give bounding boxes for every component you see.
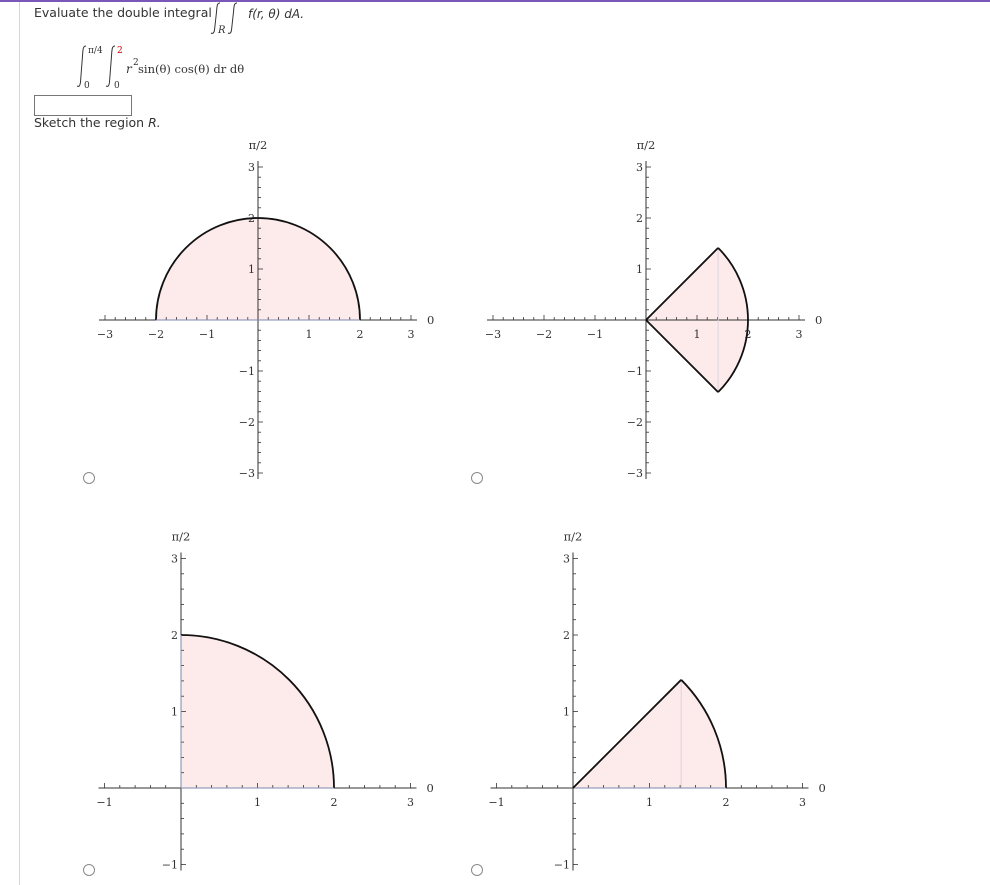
x-tick-label: 2 (331, 796, 338, 809)
accent-top-bar (0, 0, 990, 2)
y-tick-label: 1 (248, 263, 255, 276)
sketch-prompt-var: R. (148, 115, 161, 130)
option-1-radio[interactable] (83, 472, 95, 484)
outer-lower-limit: 0 (84, 81, 90, 90)
x-tick-label: 2 (723, 796, 730, 809)
option-2-plot: −3 −2 −1 1 2 3321−1−2−3π/20 (485, 138, 822, 480)
x-tick-label: −3 (97, 328, 113, 341)
x-tick-label: 3 (408, 328, 415, 341)
x-tick-label: −1 (488, 796, 504, 809)
angle-label-pi-over-2: π/2 (249, 138, 268, 152)
left-divider (19, 2, 20, 885)
angle-label-zero: 0 (427, 313, 434, 327)
y-tick-label: −1 (239, 365, 255, 378)
x-tick-label: 1 (306, 328, 313, 341)
answer-input[interactable] (34, 95, 132, 116)
y-tick-label: 2 (563, 629, 570, 642)
y-tick-label: 1 (171, 706, 178, 719)
integrand-trig: sin(θ) cos(θ) dr dθ (138, 62, 244, 76)
option-1-plot: −3 −2 −1 1 2 3321−1−2−3π/20 (97, 138, 434, 480)
x-tick-label: −3 (485, 328, 501, 341)
angle-label-pi-over-2: π/2 (172, 530, 191, 544)
region-fill (573, 679, 726, 788)
x-tick-label: −1 (199, 328, 215, 341)
y-tick-label: −1 (627, 365, 643, 378)
x-tick-label: −1 (587, 328, 603, 341)
option-2-radio[interactable] (471, 472, 483, 484)
outer-upper-limit: π/4 (88, 46, 103, 56)
angle-label-zero: 0 (427, 781, 434, 795)
y-tick-label: 3 (171, 553, 178, 566)
angle-label-pi-over-2: π/2 (637, 138, 656, 152)
region-fill (181, 635, 334, 788)
y-tick-label: −2 (239, 416, 255, 429)
x-tick-label: −1 (96, 796, 112, 809)
x-tick-label: 1 (254, 796, 261, 809)
region-label: R (217, 25, 226, 36)
x-tick-label: 3 (407, 796, 414, 809)
y-tick-label: 2 (171, 629, 178, 642)
angle-label-zero: 0 (819, 781, 826, 795)
y-tick-label: 3 (248, 161, 255, 174)
y-tick-label: 3 (636, 161, 643, 174)
x-tick-label: −2 (536, 328, 552, 341)
angle-label-zero: 0 (815, 313, 822, 327)
y-tick-label: 1 (636, 263, 643, 276)
option-3-radio[interactable] (83, 864, 95, 876)
y-tick-label: −1 (162, 859, 178, 872)
x-tick-label: 3 (799, 796, 806, 809)
inner-upper-limit: 2 (117, 46, 123, 56)
angle-label-pi-over-2: π/2 (564, 530, 583, 544)
y-tick-label: −3 (627, 467, 643, 480)
y-tick-label: 1 (563, 706, 570, 719)
sketch-prompt: Sketch the region R. (34, 115, 161, 130)
x-tick-label: −2 (148, 328, 164, 341)
integrand-expression: f(r, θ) dA. (248, 7, 305, 21)
y-tick-label: −1 (554, 859, 570, 872)
iterated-integral: π/4 0 2 0 r 2 sin(θ) cos(θ) dr dθ (76, 45, 244, 90)
x-tick-label: 3 (796, 328, 803, 341)
x-tick-label: 1 (646, 796, 653, 809)
option-4-radio[interactable] (471, 864, 483, 876)
x-tick-label: 1 (694, 328, 701, 341)
option-3-plot: −1 1 2 3 3 2 1 −1 π/2 0 (96, 530, 434, 872)
integrand-variable: r (126, 62, 133, 76)
question-prompt: Evaluate the double integral (34, 5, 212, 20)
y-tick-label: 3 (563, 553, 570, 566)
y-tick-label: −3 (239, 467, 255, 480)
sketch-prompt-text: Sketch the region (34, 115, 145, 130)
x-tick-label: 2 (357, 328, 364, 341)
y-tick-label: −2 (627, 416, 643, 429)
y-tick-label: 2 (636, 212, 643, 225)
option-4-plot: −1 1 2 3 3 2 1 −1 π/2 0 (488, 530, 826, 872)
inner-lower-limit: 0 (114, 81, 120, 90)
